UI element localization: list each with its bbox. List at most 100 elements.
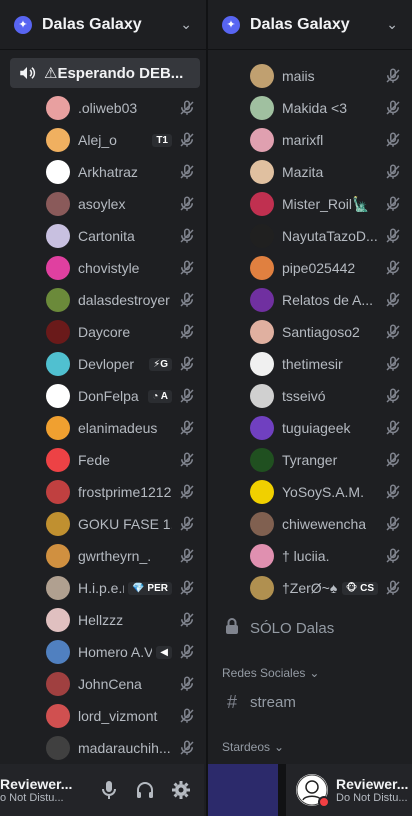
muted-microphone-icon <box>178 739 196 757</box>
dnd-status-icon <box>318 796 330 808</box>
avatar <box>46 576 70 600</box>
voice-member[interactable]: elanimadeus <box>0 412 206 444</box>
voice-member[interactable]: Hellzzz <box>0 604 206 636</box>
avatar <box>46 224 70 248</box>
server-name: Dalas Galaxy <box>42 15 142 33</box>
member-name: .oliweb03 <box>78 100 138 116</box>
member-name: Cartonita <box>78 228 135 244</box>
server-header[interactable]: ✦ Dalas Galaxy ⌄ <box>0 0 206 50</box>
member-name: Mister_Roil🗽 <box>282 195 370 212</box>
avatar[interactable] <box>296 774 330 808</box>
avatar <box>250 512 274 536</box>
muted-microphone-icon <box>178 259 196 277</box>
voice-member[interactable]: marixfl <box>208 124 412 156</box>
voice-member[interactable]: Mister_Roil🗽 <box>208 188 412 220</box>
muted-microphone-icon <box>178 419 196 437</box>
voice-member[interactable]: DonFelpa ◔ A <box>0 380 206 412</box>
avatar <box>250 320 274 344</box>
voice-member[interactable]: chovistyle <box>0 252 206 284</box>
category-stardeos[interactable]: Stardeos ⌄ <box>222 740 284 754</box>
voice-member[interactable]: Relatos de A... <box>208 284 412 316</box>
muted-microphone-icon <box>178 707 196 725</box>
server-icon: ✦ <box>222 15 240 34</box>
voice-member[interactable]: tuguiageek <box>208 412 412 444</box>
voice-member[interactable]: lord_vizmont <box>0 700 206 732</box>
headphones-icon[interactable] <box>134 779 156 801</box>
muted-microphone-icon <box>384 291 402 309</box>
voice-member[interactable]: Mazita <box>208 156 412 188</box>
muted-microphone-icon <box>178 579 196 597</box>
member-name: gwrtheyrn_. <box>78 548 152 564</box>
voice-member-list: maiis Makida <3 marixfl Mazita Mister_Roil🗽 N… <box>208 60 412 604</box>
voice-member[interactable]: frostprime1212 <box>0 476 206 508</box>
muted-microphone-icon <box>178 451 196 469</box>
user-info[interactable]: Reviewer... o Not Distu... <box>0 776 80 804</box>
user-status: o Not Distu... <box>0 792 64 804</box>
voice-member[interactable]: thetimesir <box>208 348 412 380</box>
voice-member[interactable]: .oliweb03 <box>0 92 206 124</box>
chevron-down-icon[interactable]: ⌄ <box>180 16 192 33</box>
avatar <box>46 640 70 664</box>
user-status: Do Not Distu... <box>336 792 408 804</box>
member-name: NayutaTazoD... <box>282 228 378 244</box>
member-name: Tyranger <box>282 452 338 468</box>
channel-solo-dalas[interactable]: SÓLO Dalas <box>208 614 412 642</box>
user-info[interactable]: Reviewer... Do Not Distu... <box>336 776 408 804</box>
avatar <box>46 128 70 152</box>
voice-member[interactable]: gwrtheyrn_. <box>0 540 206 572</box>
voice-member[interactable]: Devloper ⚡G <box>0 348 206 380</box>
avatar <box>46 608 70 632</box>
member-tag: ⚡G <box>149 357 172 371</box>
voice-member[interactable]: Tyranger <box>208 444 412 476</box>
member-tag: ◀ <box>156 645 172 659</box>
voice-member[interactable]: madarauchih... <box>0 732 206 764</box>
voice-member[interactable]: Fede <box>0 444 206 476</box>
member-name: Daycore <box>78 324 131 340</box>
member-name: elanimadeus <box>78 420 158 436</box>
voice-channel-esperando[interactable]: ⚠Esperando DEB... <box>10 58 200 88</box>
member-name: H.i.p.e.r <box>78 580 125 596</box>
muted-microphone-icon <box>178 675 196 693</box>
microphone-icon[interactable] <box>98 779 120 801</box>
avatar <box>46 512 70 536</box>
voice-member[interactable]: H.i.p.e.r 💎 PER <box>0 572 206 604</box>
voice-member[interactable]: YoSoyS.A.M. <box>208 476 412 508</box>
voice-member[interactable]: Daycore <box>0 316 206 348</box>
voice-member[interactable]: tsseivó <box>208 380 412 412</box>
avatar <box>46 320 70 344</box>
voice-member[interactable]: maiis <box>208 60 412 92</box>
channel-name: SÓLO Dalas <box>250 619 335 637</box>
voice-member[interactable]: dalasdestroyer <box>0 284 206 316</box>
left-channel-pane: ✦ Dalas Galaxy ⌄ ⚠Esperando DEB... .oliw… <box>0 0 206 816</box>
voice-member[interactable]: Alej_o T1 <box>0 124 206 156</box>
member-name: chovistyle <box>78 260 140 276</box>
server-header[interactable]: ✦ Dalas Galaxy ⌄ <box>208 0 412 50</box>
voice-member[interactable]: JohnCena <box>0 668 206 700</box>
avatar <box>46 288 70 312</box>
voice-member[interactable]: Makida <3 <box>208 92 412 124</box>
voice-member[interactable]: Homero A.V. ◀ <box>0 636 206 668</box>
voice-member[interactable]: asoylex <box>0 188 206 220</box>
voice-member[interactable]: GOKU FASE 1... <box>0 508 206 540</box>
category-redes-sociales[interactable]: Redes Sociales ⌄ <box>222 666 319 680</box>
avatar <box>46 672 70 696</box>
voice-member[interactable]: †ZerØ~♠ 🐵 CS <box>208 572 412 604</box>
voice-member[interactable]: pipe025442 <box>208 252 412 284</box>
muted-microphone-icon <box>178 163 196 181</box>
gear-icon[interactable] <box>170 779 192 801</box>
channel-stream[interactable]: # stream <box>208 688 412 716</box>
voice-member[interactable]: Arkhatraz <box>0 156 206 188</box>
chevron-down-icon[interactable]: ⌄ <box>386 16 398 33</box>
muted-microphone-icon <box>384 387 402 405</box>
member-name: asoylex <box>78 196 126 212</box>
username: Reviewer... <box>0 776 73 792</box>
muted-microphone-icon <box>178 195 196 213</box>
voice-member[interactable]: † luciia. <box>208 540 412 572</box>
category-label: Redes Sociales <box>222 666 306 680</box>
voice-member[interactable]: chiwewencha <box>208 508 412 540</box>
voice-member[interactable]: NayutaTazoD... <box>208 220 412 252</box>
avatar <box>250 480 274 504</box>
voice-member[interactable]: Cartonita <box>0 220 206 252</box>
avatar <box>250 192 274 216</box>
voice-member[interactable]: Santiagoso2 <box>208 316 412 348</box>
